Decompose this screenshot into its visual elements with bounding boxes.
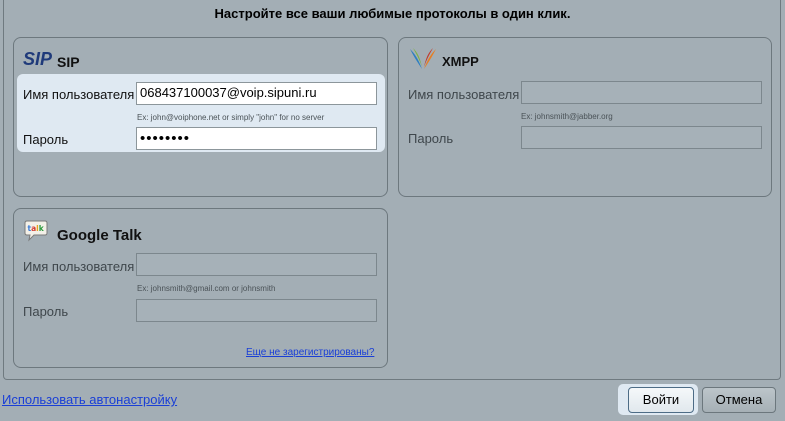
gtalk-username-input[interactable] xyxy=(136,253,377,276)
cancel-button[interactable]: Отмена xyxy=(702,387,776,413)
gtalk-username-hint: Ex: johnsmith@gmail.com or johnsmith xyxy=(137,284,276,293)
sip-title: SIP xyxy=(57,54,80,70)
xmpp-title: XMPP xyxy=(442,54,479,69)
sip-username-input[interactable]: 068437100037@voip.sipuni.ru xyxy=(136,82,377,105)
svg-text:talk: talk xyxy=(28,224,45,233)
xmpp-username-label: Имя пользователя xyxy=(408,87,520,102)
login-button[interactable]: Войти xyxy=(628,387,694,413)
xmpp-logo-icon xyxy=(408,47,438,71)
xmpp-username-input[interactable] xyxy=(521,81,762,104)
autoconfig-link[interactable]: Использовать автонастройку xyxy=(2,392,177,407)
register-link[interactable]: Еще не зарегистрированы? xyxy=(246,347,374,358)
sip-username-hint: Ex: john@voiphone.net or simply "john" f… xyxy=(137,113,325,122)
gtalk-logo-icon: talk xyxy=(24,220,48,242)
sip-username-label: Имя пользователя xyxy=(23,87,135,102)
gtalk-password-input[interactable] xyxy=(136,299,377,322)
xmpp-password-label: Пароль xyxy=(408,131,454,146)
gtalk-password-label: Пароль xyxy=(23,304,69,319)
sip-password-input[interactable]: •••••••• xyxy=(136,127,377,150)
xmpp-username-hint: Ex: johnsmith@jabber.org xyxy=(521,112,613,121)
sip-logo-icon: SIP xyxy=(23,49,53,69)
gtalk-title: Google Talk xyxy=(57,227,142,244)
page-title: Настройте все ваши любимые протоколы в о… xyxy=(214,6,571,21)
sip-password-label: Пароль xyxy=(23,132,69,147)
gtalk-username-label: Имя пользователя xyxy=(23,259,135,274)
xmpp-password-input[interactable] xyxy=(521,126,762,149)
